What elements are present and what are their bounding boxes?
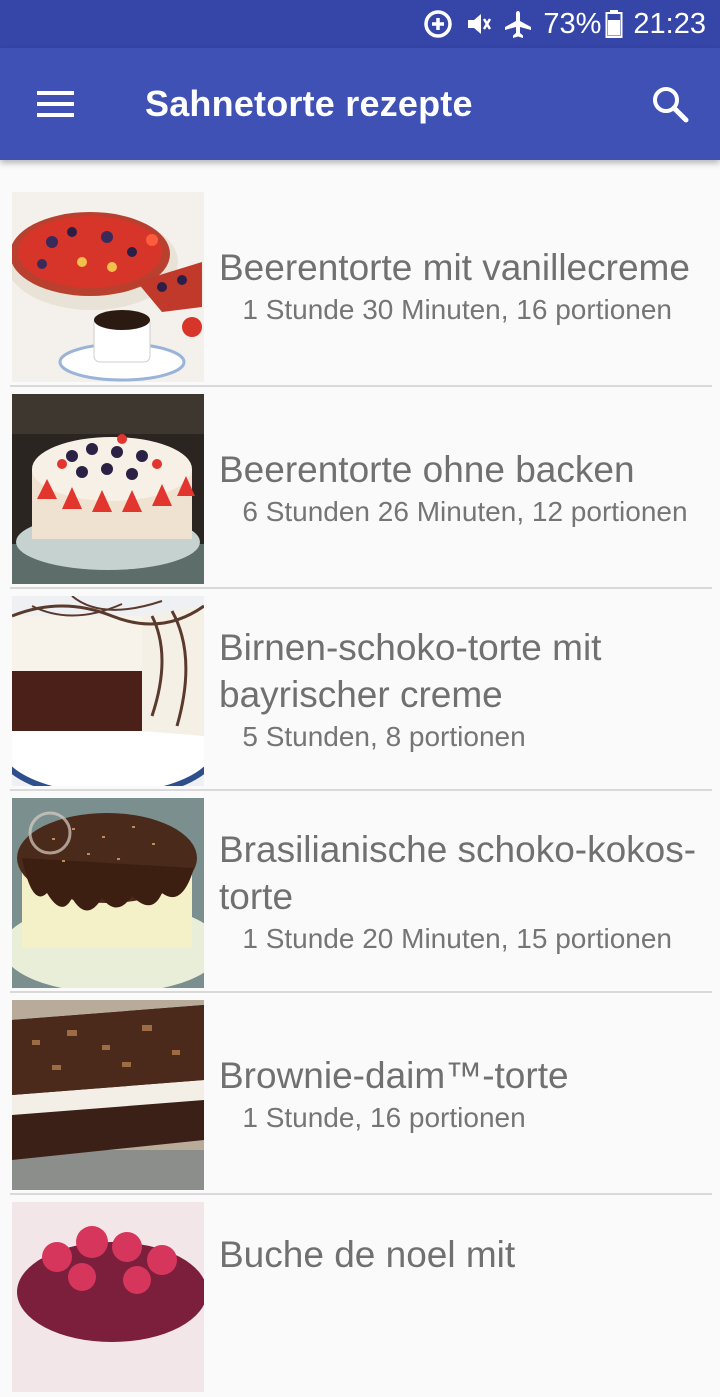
- recipe-item[interactable]: Beerentorte ohne backen 6 Stunden 26 Min…: [10, 389, 712, 589]
- battery-icon: [605, 9, 623, 39]
- recipe-text: Brasilianische schoko-kokos-torte 1 Stun…: [219, 793, 699, 991]
- recipe-title: Beerentorte ohne backen: [219, 448, 635, 490]
- search-icon: [653, 87, 689, 123]
- recipe-item[interactable]: Birnen-schoko-torte mit bayrischer creme…: [10, 591, 712, 791]
- recipe-title: Birnen-schoko-torte mit bayrischer creme: [219, 627, 602, 715]
- recipe-thumbnail: [12, 394, 204, 584]
- recipe-text: Beerentorte ohne backen 6 Stunden 26 Min…: [219, 389, 699, 587]
- clock: 21:23: [633, 7, 706, 40]
- recipe-title: Brasilianische schoko-kokos-torte: [219, 829, 697, 917]
- recipe-thumbnail: [12, 1000, 204, 1190]
- recipe-meta: 5 Stunden, 8 portionen: [219, 721, 526, 752]
- mute-vibrate-icon: [463, 9, 493, 39]
- recipe-title: Brownie-daim™-torte: [219, 1054, 569, 1096]
- recipe-thumbnail: [12, 192, 204, 382]
- recipe-meta: 6 Stunden 26 Minuten, 12 portionen: [219, 495, 688, 527]
- recipe-meta: 1 Stunde 20 Minuten, 15 portionen: [219, 923, 672, 954]
- page-title: Sahnetorte rezepte: [145, 83, 473, 124]
- recipe-text: Buche de noel mit: [219, 1197, 699, 1395]
- recipe-thumbnail: [12, 1202, 204, 1392]
- airplane-icon: [503, 9, 533, 39]
- data-saver-icon: [423, 9, 453, 39]
- battery-percent: 73%: [543, 7, 602, 40]
- recipe-thumbnail: [12, 596, 204, 786]
- search-button[interactable]: [640, 76, 700, 132]
- recipe-text: Beerentorte mit vanillecreme 1 Stunde 30…: [219, 187, 699, 385]
- recipe-title: Buche de noel mit: [219, 1234, 516, 1275]
- recipe-text: Birnen-schoko-torte mit bayrischer creme…: [219, 591, 699, 789]
- recipe-text: Brownie-daim™-torte 1 Stunde, 16 portion…: [219, 995, 699, 1193]
- recipe-thumbnail: [12, 798, 204, 988]
- status-bar: 73% 21:23: [0, 0, 720, 48]
- hamburger-menu-icon: [37, 91, 74, 117]
- recipe-item[interactable]: Buche de noel mit: [10, 1197, 712, 1397]
- recipe-item[interactable]: Beerentorte mit vanillecreme 1 Stunde 30…: [10, 187, 712, 387]
- recipe-meta: 1 Stunde, 16 portionen: [219, 1101, 526, 1133]
- recipe-item[interactable]: Brasilianische schoko-kokos-torte 1 Stun…: [10, 793, 712, 993]
- recipe-meta: 1 Stunde 30 Minuten, 16 portionen: [219, 293, 672, 325]
- menu-button[interactable]: [28, 76, 84, 132]
- recipe-title: Beerentorte mit vanillecreme: [219, 246, 690, 288]
- recipe-item[interactable]: Brownie-daim™-torte 1 Stunde, 16 portion…: [10, 995, 712, 1195]
- app-bar: Sahnetorte rezepte: [0, 48, 720, 160]
